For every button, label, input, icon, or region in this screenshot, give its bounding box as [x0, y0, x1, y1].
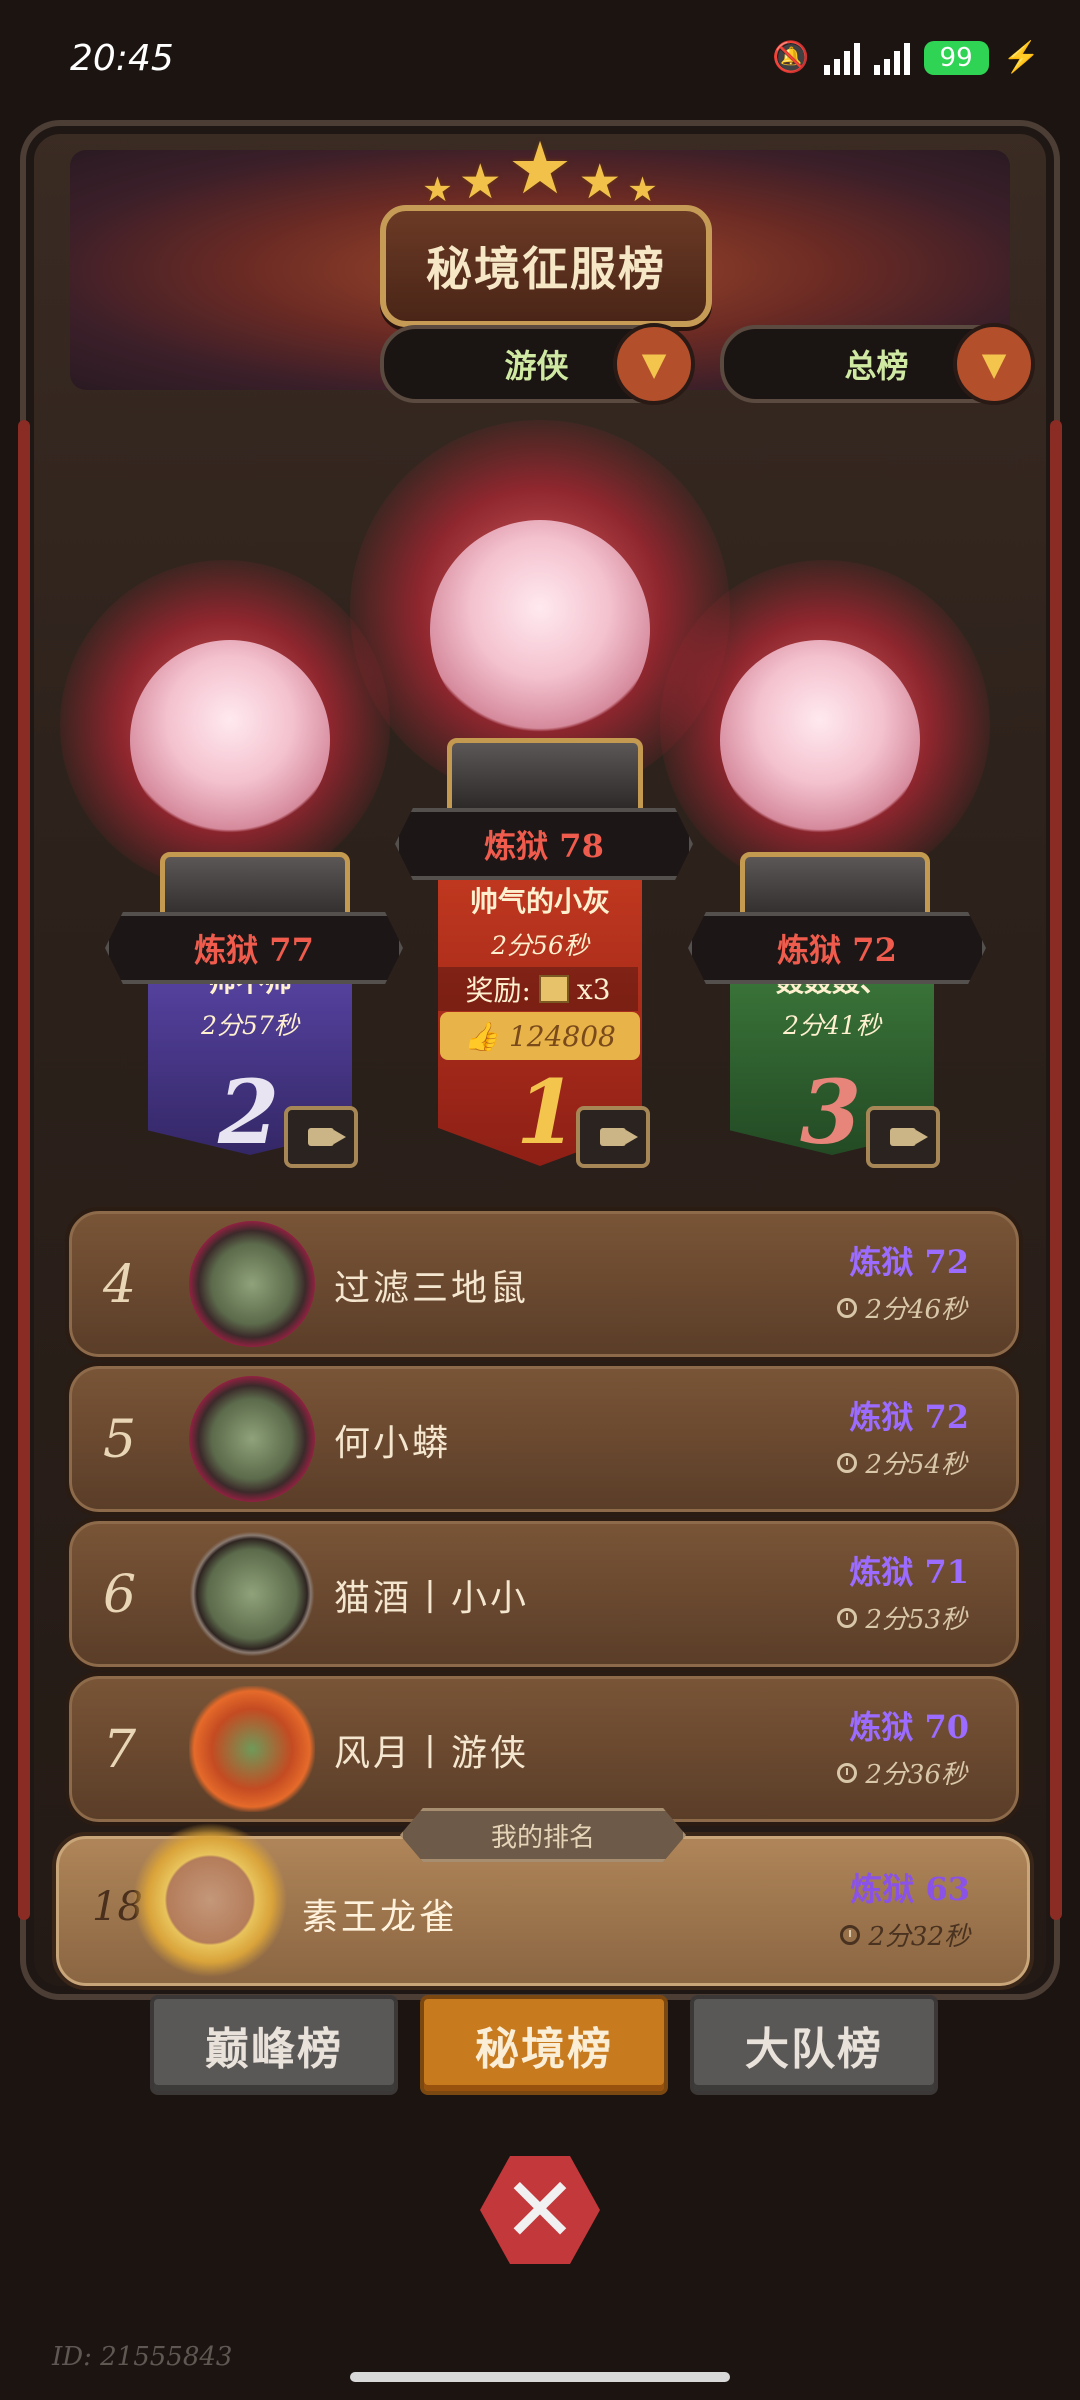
- hero-avatar-rank-2[interactable]: [130, 640, 330, 840]
- hero-avatar-rank-1[interactable]: [430, 520, 650, 740]
- clear-time-value: 2分54秒: [865, 1450, 967, 1480]
- clear-time: 2分41秒: [783, 1011, 881, 1040]
- avatar[interactable]: [189, 1686, 315, 1812]
- clock-icon: [837, 1607, 858, 1628]
- ranking-row[interactable]: 4 过滤三地鼠 炼狱 72 2分46秒: [65, 1207, 1023, 1361]
- star-icon: ★: [422, 170, 453, 210]
- close-icon: ✕: [480, 2156, 600, 2264]
- rank-number: 7: [103, 1720, 137, 1780]
- clock-icon: [837, 1762, 858, 1783]
- signal-icon: [823, 41, 860, 75]
- chevron-down-icon[interactable]: ▼: [613, 323, 695, 405]
- rank-number: 1: [516, 1060, 578, 1164]
- player-name: 猫酒丨小小: [334, 1578, 530, 1619]
- scope-filter-label: 总榜: [844, 347, 909, 385]
- my-player-name: 素王龙雀: [302, 1897, 459, 1938]
- status-icons: 🔕 99 ⚡: [772, 40, 1040, 75]
- tab-secret-realm-ranking[interactable]: 秘境榜: [420, 1995, 668, 2095]
- stars-decoration: ★ ★ ★ ★ ★: [400, 126, 680, 210]
- left-rail: [18, 420, 30, 1920]
- score: 炼狱 72: [849, 1398, 969, 1436]
- my-score: 炼狱 63: [850, 1870, 970, 1908]
- reward-label: 奖励:: [465, 974, 531, 1007]
- video-icon: [308, 1128, 346, 1146]
- avatar[interactable]: [189, 1531, 315, 1657]
- my-rank-tag: 我的排名: [400, 1808, 686, 1862]
- status-time: 20:45: [70, 38, 174, 79]
- score: 炼狱 71: [849, 1553, 969, 1591]
- tab-team-ranking[interactable]: 大队榜: [690, 1995, 938, 2095]
- like-button[interactable]: 👍 124808: [440, 1012, 640, 1060]
- rank-number: 4: [103, 1255, 137, 1315]
- close-button[interactable]: ✕: [470, 2140, 610, 2280]
- right-rail: [1050, 420, 1062, 1920]
- player-name: 风月丨游侠: [334, 1733, 530, 1774]
- clock-icon: [837, 1297, 858, 1318]
- score: 炼狱 72: [849, 1243, 969, 1281]
- rank-number: 3: [800, 1060, 862, 1164]
- my-clear-time-value: 2分32秒: [868, 1922, 970, 1952]
- reward-info: 奖励: x3: [438, 967, 638, 1011]
- clear-time: 2分36秒: [837, 1754, 967, 1791]
- pedestal: [447, 738, 643, 818]
- replay-video-button[interactable]: [576, 1106, 650, 1168]
- clear-time: 2分53秒: [837, 1599, 967, 1636]
- clear-time: 2分54秒: [837, 1444, 967, 1481]
- video-icon: [890, 1128, 928, 1146]
- replay-video-button[interactable]: [866, 1106, 940, 1168]
- clear-time: 2分56秒: [491, 931, 589, 960]
- like-count: 124808: [508, 1019, 616, 1053]
- signal-icon: [873, 41, 910, 75]
- clear-time-value: 2分53秒: [865, 1605, 967, 1635]
- ranking-row[interactable]: 7 风月丨游侠 炼狱 70 2分36秒: [65, 1672, 1023, 1826]
- player-name: 帅气的小灰: [469, 885, 610, 918]
- score-plate: 炼狱 77: [105, 912, 403, 984]
- clock-icon: [840, 1924, 861, 1945]
- clear-time-value: 2分36秒: [865, 1760, 967, 1790]
- player-name: 过滤三地鼠: [334, 1268, 530, 1309]
- reward-chest-icon: [538, 975, 569, 1003]
- thumbs-up-icon: 👍: [464, 1019, 499, 1053]
- home-indicator[interactable]: [350, 2372, 730, 2382]
- score-plate: 炼狱 72: [688, 912, 986, 984]
- battery-icon: 99: [923, 40, 989, 75]
- status-bar: 20:45 🔕 99 ⚡: [0, 0, 1080, 120]
- avatar[interactable]: [189, 1376, 315, 1502]
- mute-icon: 🔕: [772, 40, 810, 75]
- score-plate: 炼狱 78: [395, 808, 693, 880]
- avatar[interactable]: [189, 1221, 315, 1347]
- class-filter-label: 游侠: [504, 347, 569, 385]
- star-icon: ★: [578, 154, 622, 210]
- hero-avatar-rank-3[interactable]: [720, 640, 920, 840]
- score: 炼狱 70: [849, 1708, 969, 1746]
- video-icon: [600, 1128, 638, 1146]
- clear-time: 2分46秒: [837, 1289, 967, 1326]
- rank-number: 6: [103, 1565, 137, 1625]
- my-avatar[interactable]: [130, 1820, 290, 1980]
- charging-icon: ⚡: [1002, 40, 1040, 75]
- star-icon: ★: [458, 154, 502, 210]
- replay-video-button[interactable]: [284, 1106, 358, 1168]
- page-title: 秘境征服榜: [380, 205, 712, 327]
- star-icon: ★: [627, 170, 658, 210]
- reward-count: x3: [576, 972, 611, 1006]
- tab-peak-ranking[interactable]: 巅峰榜: [150, 1995, 398, 2095]
- scope-filter-dropdown[interactable]: 总榜 ▼: [720, 323, 1035, 405]
- player-name: 何小蟒: [334, 1423, 452, 1464]
- clear-time: 2分57秒: [201, 1011, 299, 1040]
- my-clear-time: 2分32秒: [840, 1916, 970, 1953]
- chevron-down-icon[interactable]: ▼: [953, 323, 1035, 405]
- rank-number: 2: [218, 1060, 280, 1164]
- ranking-row[interactable]: 5 何小蟒 炼狱 72 2分54秒: [65, 1362, 1023, 1516]
- rank-number: 5: [103, 1410, 137, 1470]
- star-icon: ★: [507, 126, 573, 210]
- clear-time-value: 2分46秒: [865, 1295, 967, 1325]
- ranking-row[interactable]: 6 猫酒丨小小 炼狱 71 2分53秒: [65, 1517, 1023, 1671]
- class-filter-dropdown[interactable]: 游侠 ▼: [380, 323, 695, 405]
- clock-icon: [837, 1452, 858, 1473]
- user-id: ID: 21555843: [52, 2342, 233, 2372]
